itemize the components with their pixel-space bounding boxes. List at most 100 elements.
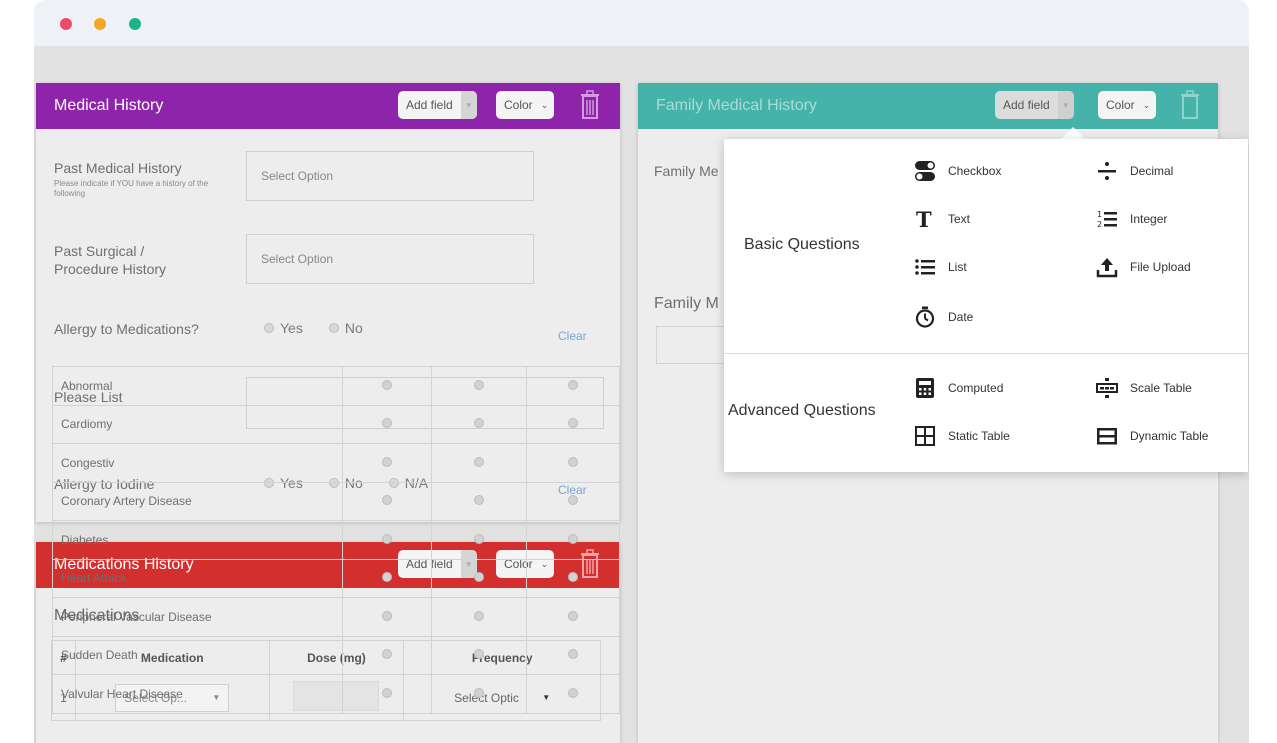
trash-icon[interactable] bbox=[1179, 90, 1201, 120]
condition-name: Valvular Heart Disease bbox=[52, 674, 343, 714]
chevron-down-icon: ⌄ bbox=[540, 99, 549, 110]
condition-name: Peripheral Vascular Disease bbox=[52, 597, 343, 637]
radio-button[interactable] bbox=[473, 572, 484, 583]
family-history-label: Family Me bbox=[654, 163, 719, 179]
question-type-computed[interactable]: Computed bbox=[914, 377, 1003, 399]
toggle-icon bbox=[915, 161, 935, 181]
add-field-button[interactable]: Add field ▾ bbox=[398, 91, 477, 119]
radio-button[interactable] bbox=[381, 649, 392, 660]
question-type-list[interactable]: List bbox=[914, 256, 967, 278]
condition-name: Abnormal bbox=[52, 366, 343, 406]
question-type-scale-table[interactable]: Scale Table bbox=[1096, 377, 1192, 399]
radio-option-yes[interactable]: Yes bbox=[264, 320, 303, 336]
radio-button[interactable] bbox=[381, 687, 392, 698]
radio-button[interactable] bbox=[473, 687, 484, 698]
radio-button[interactable] bbox=[473, 610, 484, 621]
popover-divider bbox=[724, 353, 1248, 354]
table-row: Sudden Death bbox=[52, 635, 621, 675]
table-row: Valvular Heart Disease bbox=[52, 674, 621, 714]
radio-button[interactable] bbox=[381, 572, 392, 583]
question-type-dynamic-table[interactable]: Dynamic Table bbox=[1096, 425, 1208, 447]
table-row: Cardiomy bbox=[52, 404, 621, 444]
radio-button[interactable] bbox=[381, 379, 392, 390]
radio-button[interactable] bbox=[567, 456, 578, 467]
radio-button[interactable] bbox=[567, 418, 578, 429]
radio-button[interactable] bbox=[567, 379, 578, 390]
list-icon bbox=[915, 259, 935, 275]
app-window: Medical History Add field ▾ Color ⌄ Past… bbox=[34, 0, 1249, 743]
popover-arrow bbox=[1061, 127, 1085, 139]
medical-history-header: Medical History Add field ▾ Color ⌄ bbox=[36, 83, 620, 129]
question-type-file-upload[interactable]: File Upload bbox=[1096, 256, 1191, 278]
radio-button[interactable] bbox=[473, 533, 484, 544]
past-medical-history-select[interactable]: Select Option bbox=[246, 151, 534, 201]
radio-button[interactable] bbox=[567, 687, 578, 698]
color-button[interactable]: Color ⌄ bbox=[496, 91, 555, 119]
family-history-table: Abnormal Cardiomy Congestiv Coronary Artery… bbox=[52, 366, 621, 714]
condition-name: Diabetes bbox=[52, 520, 343, 560]
calculator-icon bbox=[916, 378, 934, 398]
numbered-list-icon: 12 bbox=[1097, 210, 1117, 229]
past-surgical-history-select[interactable]: Select Option bbox=[246, 234, 534, 284]
question-type-static-table[interactable]: Static Table bbox=[914, 425, 1010, 447]
chevron-down-icon: ⌄ bbox=[1142, 99, 1151, 110]
advanced-questions-title: Advanced Questions bbox=[728, 402, 876, 419]
radio-button[interactable] bbox=[381, 610, 392, 621]
basic-questions-title: Basic Questions bbox=[744, 236, 860, 253]
panel-title: Medical History bbox=[54, 97, 164, 114]
allergy-medications-radio-group: Yes No bbox=[264, 320, 363, 336]
table-row: Diabetes bbox=[52, 520, 621, 560]
radio-button[interactable] bbox=[473, 649, 484, 660]
condition-name: Sudden Death bbox=[52, 635, 343, 675]
radio-button[interactable] bbox=[473, 418, 484, 429]
radio-button[interactable] bbox=[381, 495, 392, 506]
question-type-checkbox[interactable]: Checkbox bbox=[914, 160, 1001, 182]
condition-name: Congestiv bbox=[52, 443, 343, 483]
maximize-window-button[interactable] bbox=[129, 18, 141, 30]
divide-icon bbox=[1098, 162, 1116, 180]
text-icon: T bbox=[916, 208, 932, 230]
radio-button[interactable] bbox=[567, 649, 578, 660]
color-button[interactable]: Color ⌄ bbox=[1098, 91, 1157, 119]
dynamic-table-icon bbox=[1097, 428, 1117, 445]
svg-text:T: T bbox=[916, 208, 932, 230]
trash-icon[interactable] bbox=[579, 90, 601, 120]
form-builder-canvas: Medical History Add field ▾ Color ⌄ Past… bbox=[34, 46, 1249, 743]
question-type-text[interactable]: T Text bbox=[914, 208, 970, 230]
timer-icon bbox=[915, 306, 935, 328]
radio-button[interactable] bbox=[473, 456, 484, 467]
window-titlebar bbox=[34, 0, 1249, 46]
radio-button[interactable] bbox=[473, 495, 484, 506]
past-surgical-history-label: Past Surgical / Procedure History bbox=[54, 243, 167, 277]
question-type-date[interactable]: Date bbox=[914, 306, 973, 328]
table-row: Peripheral Vascular Disease bbox=[52, 597, 621, 637]
past-medical-history-label: Past Medical History bbox=[54, 160, 182, 176]
radio-button[interactable] bbox=[381, 456, 392, 467]
radio-button[interactable] bbox=[567, 572, 578, 583]
scale-table-icon bbox=[1096, 378, 1118, 398]
question-type-integer[interactable]: 12 Integer bbox=[1096, 208, 1167, 230]
family-history-table-label: Family M bbox=[654, 295, 719, 312]
radio-button[interactable] bbox=[473, 379, 484, 390]
radio-button[interactable] bbox=[567, 495, 578, 506]
svg-text:1: 1 bbox=[1097, 210, 1102, 219]
table-row: Coronary Artery Disease bbox=[52, 481, 621, 521]
radio-option-no[interactable]: No bbox=[328, 320, 363, 336]
chevron-down-icon: ▾ bbox=[1057, 91, 1074, 119]
add-field-popover: Basic Questions Advanced Questions Check… bbox=[724, 139, 1248, 472]
upload-icon bbox=[1096, 258, 1118, 278]
condition-name: Coronary Artery Disease bbox=[52, 481, 343, 521]
clear-link[interactable]: Clear bbox=[558, 329, 587, 343]
add-field-button[interactable]: Add field ▾ bbox=[995, 91, 1074, 119]
radio-button[interactable] bbox=[567, 533, 578, 544]
radio-button[interactable] bbox=[567, 610, 578, 621]
panel-title: Family Medical History bbox=[656, 97, 817, 114]
chevron-down-icon: ▾ bbox=[460, 91, 477, 119]
question-type-decimal[interactable]: Decimal bbox=[1096, 160, 1173, 182]
radio-button[interactable] bbox=[381, 533, 392, 544]
minimize-window-button[interactable] bbox=[94, 18, 106, 30]
condition-name: Heart Attack bbox=[52, 558, 343, 598]
radio-button[interactable] bbox=[381, 418, 392, 429]
table-row: Heart Attack bbox=[52, 558, 621, 598]
close-window-button[interactable] bbox=[60, 18, 72, 30]
